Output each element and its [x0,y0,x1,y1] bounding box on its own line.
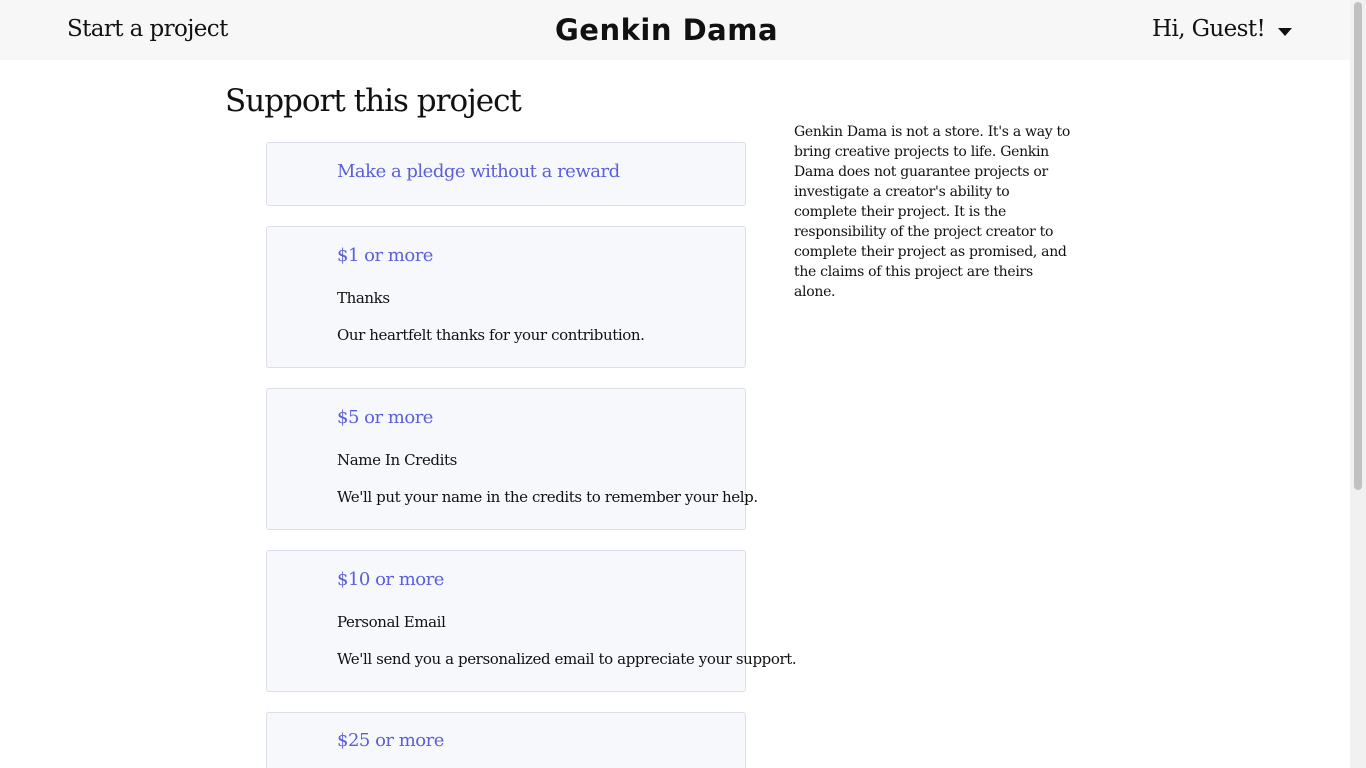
disclaimer-text: Genkin Dama is not a store. It's a way t… [794,124,1070,300]
brand-logo[interactable]: Genkin Dama [555,10,778,50]
reward-amount[interactable]: $25 or more [337,729,444,753]
reward-title: Name In Credits [337,451,457,469]
page: Start a project Genkin Dama Hi, Guest! S… [0,0,1366,768]
user-greeting[interactable]: Hi, Guest! [1152,14,1266,44]
reward-description: Our heartfelt thanks for your contributi… [337,326,645,344]
reward-amount[interactable]: $5 or more [337,406,433,430]
reward-description: We'll send you a personalized email to a… [337,650,797,668]
reward-title: Thanks [337,289,390,307]
page-title: Support this project [225,83,522,119]
user-menu[interactable]: Hi, Guest! [1152,14,1293,44]
start-project-link[interactable]: Start a project [67,14,228,44]
reward-card-1[interactable]: $1 or more Thanks Our heartfelt thanks f… [266,226,746,368]
top-nav: Start a project Genkin Dama Hi, Guest! [0,0,1350,60]
pledge-no-reward-card[interactable]: Make a pledge without a reward [266,142,746,206]
reward-title: Personal Email [337,613,446,631]
reward-description: We'll put your name in the credits to re… [337,488,758,506]
reward-card-10[interactable]: $10 or more Personal Email We'll send yo… [266,550,797,692]
scrollbar-thumb[interactable] [1354,2,1362,490]
reward-amount[interactable]: $10 or more [337,568,444,592]
reward-card-25[interactable]: $25 or more [266,712,746,768]
reward-card-5[interactable]: $5 or more Name In Credits We'll put you… [266,388,758,530]
reward-amount[interactable]: $1 or more [337,244,433,268]
pledge-no-reward-label[interactable]: Make a pledge without a reward [337,160,620,184]
chevron-down-icon[interactable] [1278,28,1293,36]
